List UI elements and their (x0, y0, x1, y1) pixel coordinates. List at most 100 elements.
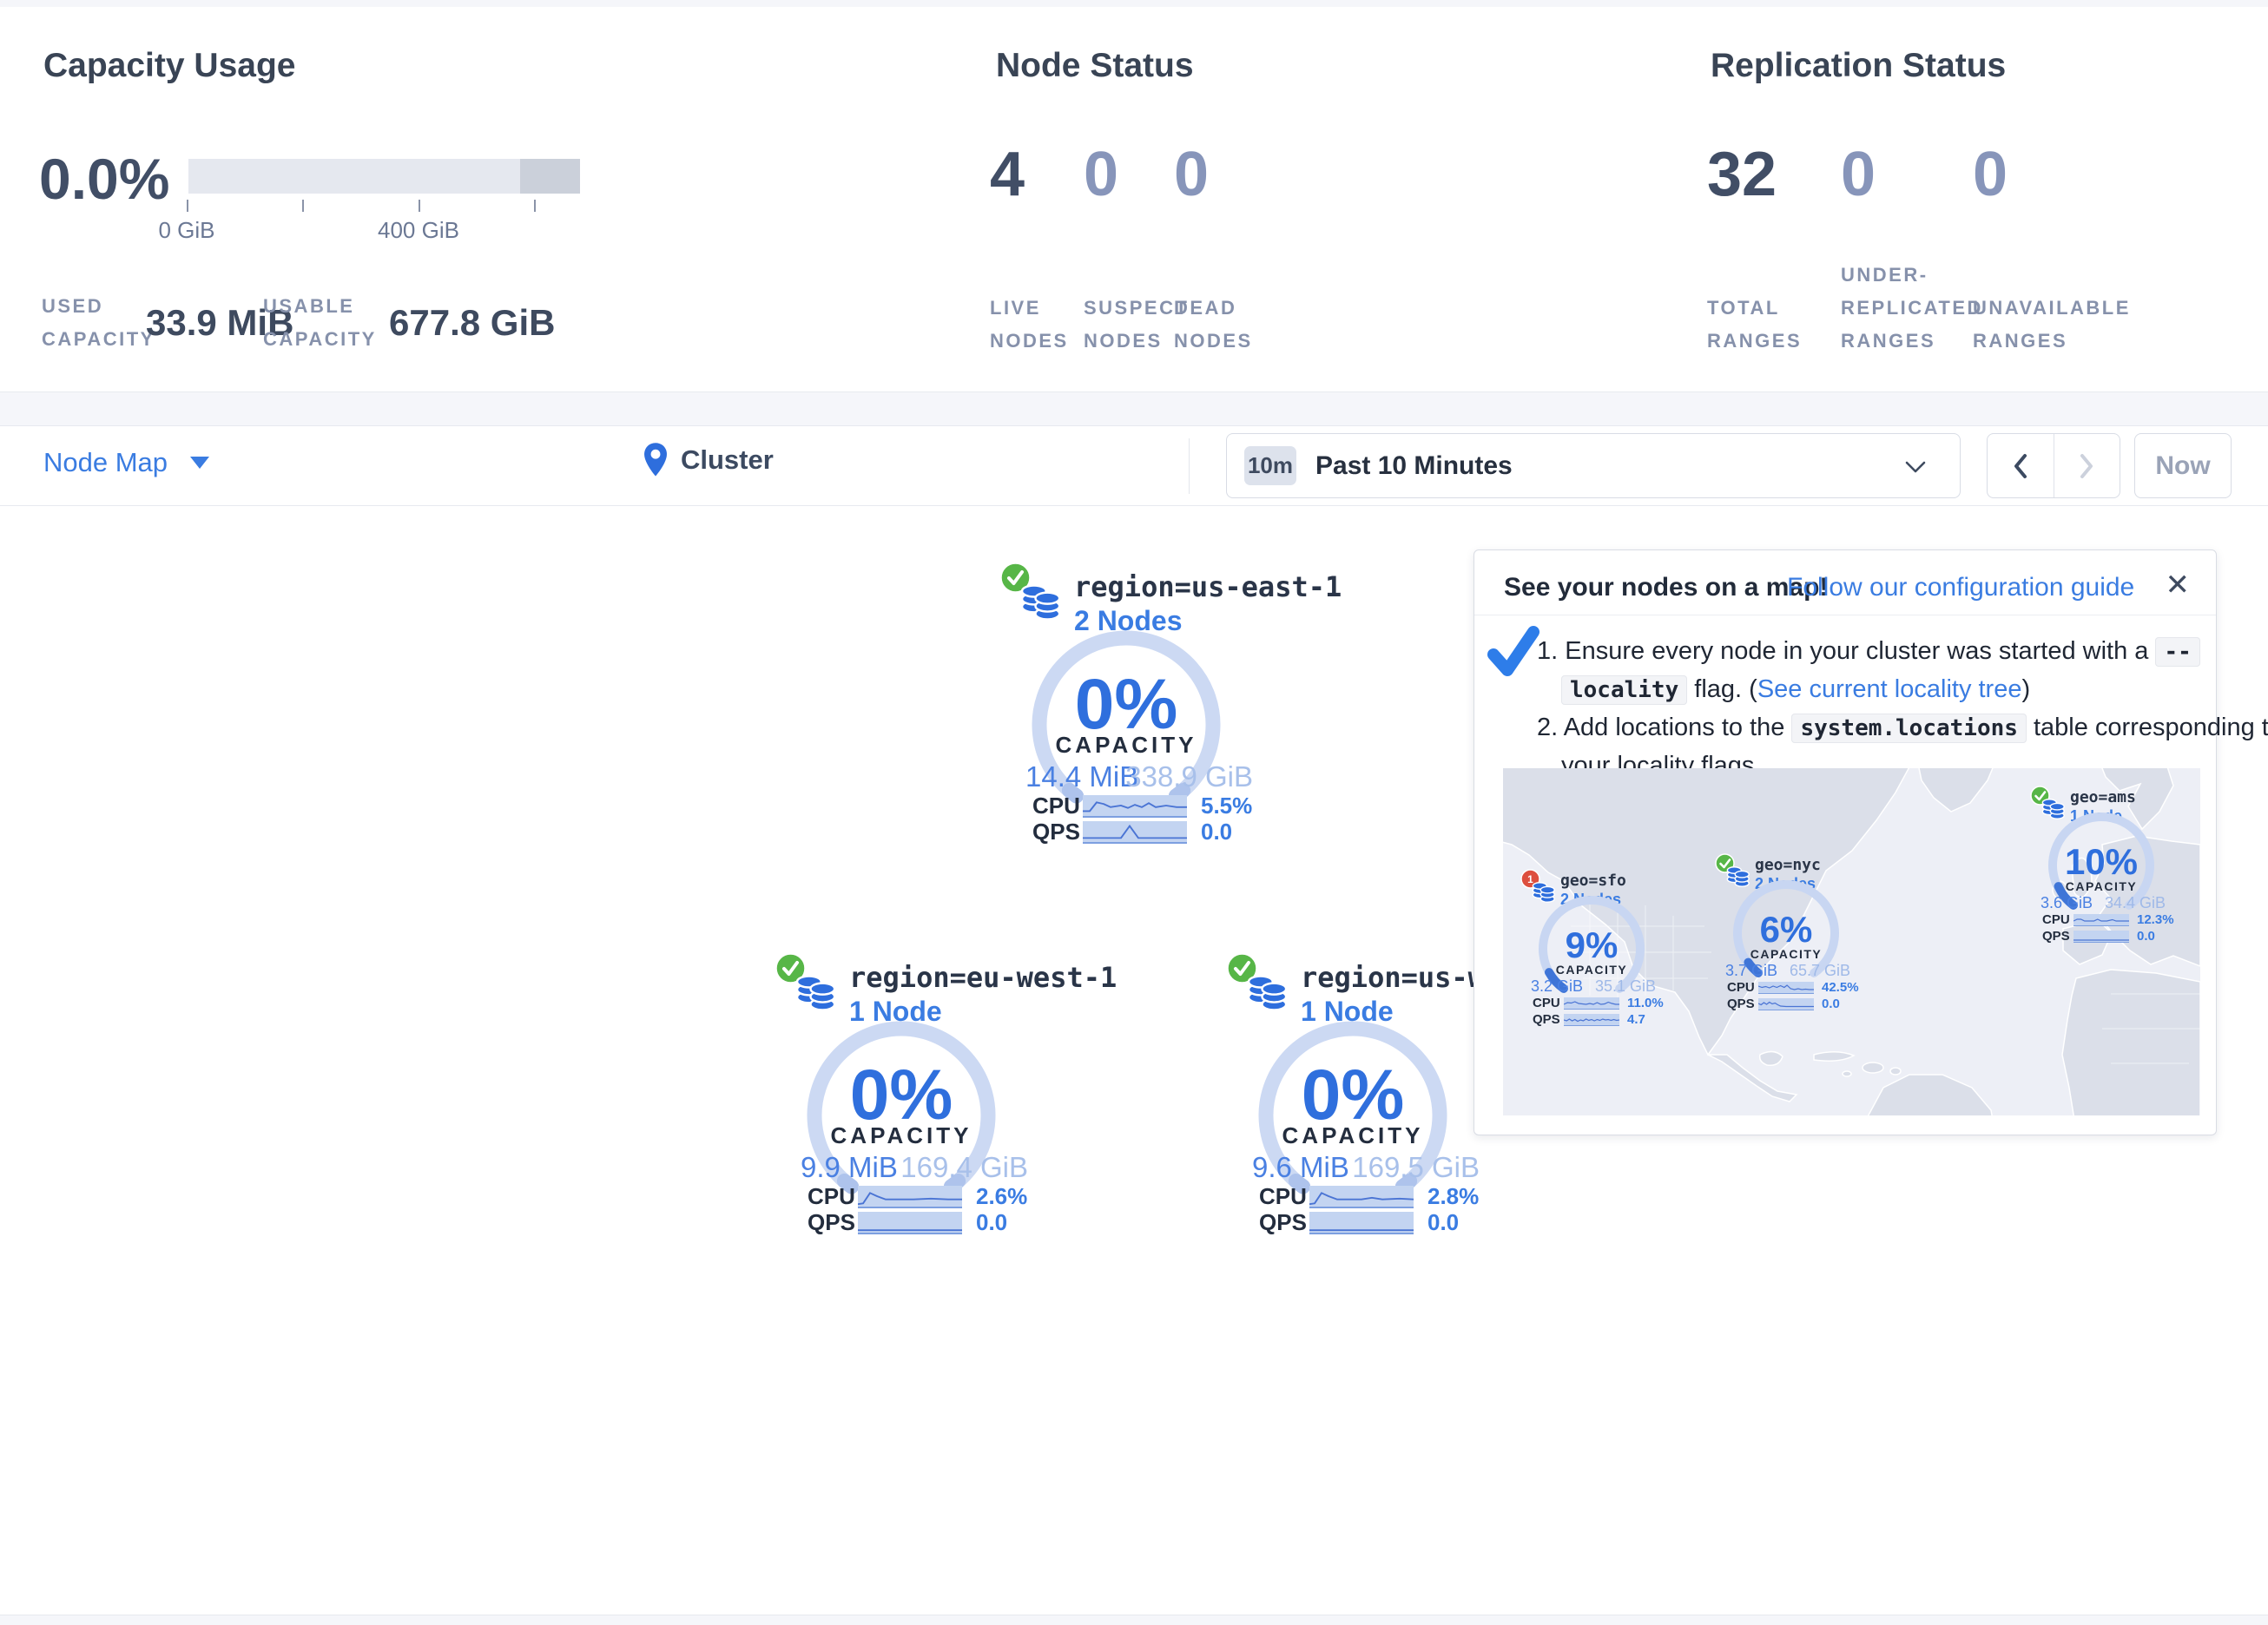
capacity-caption: CAPACITY (1214, 1122, 1492, 1149)
map-pin-icon (643, 442, 669, 478)
node-map-canvas: region=us-east-1 2 Nodes 0% CAPACITY 14.… (0, 506, 2268, 1615)
capacity-used-value: 9.6 MiB (1252, 1151, 1349, 1184)
capacity-total-value: 34.4 GiB (2105, 894, 2166, 912)
region-group-us-west-1[interactable]: region=us-west-1 1 Node 0% CAPACITY 9.6 … (1214, 951, 1492, 1241)
cpu-sparkline (1758, 982, 1814, 994)
qps-sparkline (1758, 998, 1814, 1010)
step-number: 2. (1537, 714, 1558, 741)
live-nodes-label: LIVE NODES (990, 292, 1085, 358)
time-step-forward-button[interactable] (2054, 434, 2120, 497)
cpu-label: CPU (1032, 793, 1083, 819)
locality-label: geo=ams (2070, 788, 2136, 806)
cluster-summary-bar: Capacity Usage 0.0% 0 GiB 400 GiB USED C… (0, 7, 2268, 392)
qps-metric-row: QPS 0.0 (1727, 997, 1840, 1011)
under-replicated-label: UNDER-REPLICATED RANGES (1841, 259, 1993, 358)
usable-capacity-label: USABLE CAPACITY (263, 290, 376, 356)
cpu-value: 5.5% (1201, 793, 1252, 819)
locality-tree-link[interactable]: See current locality tree (1757, 675, 2022, 703)
nodes-on-map-panel: See your nodes on a map! Follow our conf… (1474, 549, 2217, 1135)
capacity-caption: CAPACITY (1513, 963, 1670, 977)
locality-label: geo=nyc (1755, 856, 1821, 874)
node-status-title: Node Status (996, 47, 1194, 85)
page-footer-strip (0, 1615, 2268, 1625)
view-mode-label: Node Map (43, 447, 168, 478)
now-button[interactable]: Now (2134, 433, 2232, 498)
used-capacity-label: USED CAPACITY (42, 290, 146, 356)
under-replicated-count: 0 (1841, 139, 1876, 210)
capacity-caption: CAPACITY (762, 1122, 1040, 1149)
total-ranges-label: TOTAL RANGES (1707, 292, 1803, 358)
code-chip: locality (1561, 675, 1687, 705)
axis-tick (187, 200, 188, 212)
capacity-caption: CAPACITY (1708, 947, 1864, 961)
code-chip: -- (2155, 637, 2199, 667)
total-ranges-count: 32 (1707, 139, 1777, 210)
region-label: region=eu-west-1 (849, 961, 1117, 994)
world-map-preview: 1 geo=sfo 2 Nodes 9% CA (1503, 768, 2200, 1115)
capacity-total-value: 169.4 GiB (900, 1151, 1028, 1184)
step-text: Ensure every node in your cluster was st… (1565, 637, 2148, 665)
cpu-label: CPU (808, 1183, 858, 1210)
qps-metric-row: QPS 0.0 (2042, 929, 2155, 944)
step-text: ) (2021, 675, 2030, 703)
qps-label: QPS (1259, 1209, 1309, 1236)
qps-metric-row: QPS 0.0 (1032, 819, 1232, 845)
suspect-nodes-count: 0 (1084, 139, 1118, 210)
caret-down-icon (190, 457, 209, 469)
chevron-right-icon (2078, 452, 2095, 480)
cpu-label: CPU (1533, 996, 1564, 1010)
cpu-metric-row: CPU 11.0% (1533, 996, 1664, 1010)
qps-sparkline (2074, 931, 2129, 943)
breadcrumb[interactable]: Cluster (643, 442, 774, 478)
qps-sparkline (1083, 821, 1187, 844)
map-node-geo-ams[interactable]: geo=ams 1 Node 10% CAPACITY 3.6 GiB 34.4… (2023, 784, 2179, 949)
qps-value: 0.0 (1427, 1209, 1459, 1236)
map-node-geo-nyc[interactable]: geo=nyc 2 Nodes 6% CAPACITY 3.7 GiB 65.7… (1708, 852, 1864, 1016)
cpu-sparkline (1564, 997, 1619, 1010)
time-range-dropdown[interactable]: 10m Past 10 Minutes (1226, 433, 1961, 498)
capacity-bar-reserved-segment (520, 159, 580, 194)
capacity-usage-bar (188, 159, 580, 194)
cluster-overview-page: Capacity Usage 0.0% 0 GiB 400 GiB USED C… (0, 0, 2268, 1625)
axis-label-400: 400 GiB (366, 217, 471, 244)
cpu-metric-row: CPU 5.5% (1032, 793, 1252, 819)
cpu-value: 12.3% (2137, 912, 2174, 927)
cpu-value: 42.5% (1822, 980, 1859, 995)
database-nodes-icon (794, 970, 839, 1016)
capacity-percent: 10% (2023, 841, 2179, 883)
view-mode-dropdown[interactable]: Node Map (43, 447, 209, 478)
time-step-back-button[interactable] (1988, 434, 2054, 497)
cpu-sparkline (1083, 795, 1187, 818)
close-icon[interactable]: ✕ (2166, 568, 2191, 602)
panel-title: See your nodes on a map! (1504, 573, 1828, 602)
axis-tick (302, 200, 304, 212)
time-range-label: Past 10 Minutes (1315, 451, 1513, 481)
cpu-value: 2.8% (1427, 1183, 1479, 1210)
capacity-caption: CAPACITY (987, 732, 1265, 759)
qps-value: 0.0 (1822, 997, 1840, 1011)
region-group-eu-west-1[interactable]: region=eu-west-1 1 Node 0% CAPACITY 9.9 … (762, 951, 1040, 1241)
step-number: 1. (1537, 637, 1558, 665)
view-toolbar: Node Map Cluster 10m Past 10 Minutes (0, 425, 2268, 506)
code-chip: system.locations (1791, 714, 2026, 743)
qps-label: QPS (1727, 997, 1758, 1011)
qps-value: 4.7 (1627, 1012, 1645, 1027)
qps-label: QPS (808, 1209, 858, 1236)
qps-label: QPS (2042, 929, 2074, 944)
qps-value: 0.0 (2137, 929, 2155, 944)
database-nodes-icon (1019, 579, 1064, 626)
cpu-value: 2.6% (976, 1183, 1027, 1210)
region-label: region=us-east-1 (1074, 570, 1342, 603)
time-step-controls (1987, 433, 2120, 498)
configuration-guide-link[interactable]: Follow our configuration guide (1787, 573, 2134, 602)
capacity-total-value: 169.5 GiB (1352, 1151, 1480, 1184)
capacity-caption: CAPACITY (2023, 879, 2179, 893)
map-node-geo-sfo[interactable]: 1 geo=sfo 2 Nodes 9% CA (1513, 867, 1670, 1032)
qps-sparkline (858, 1212, 962, 1234)
step-text: Add locations to the (1564, 714, 1785, 741)
region-group-us-east-1[interactable]: region=us-east-1 2 Nodes 0% CAPACITY 14.… (987, 560, 1265, 851)
capacity-used-value: 3.7 GiB (1725, 962, 1777, 980)
qps-metric-row: QPS 4.7 (1533, 1012, 1645, 1027)
locality-label: geo=sfo (1560, 872, 1626, 890)
axis-tick (419, 200, 420, 212)
